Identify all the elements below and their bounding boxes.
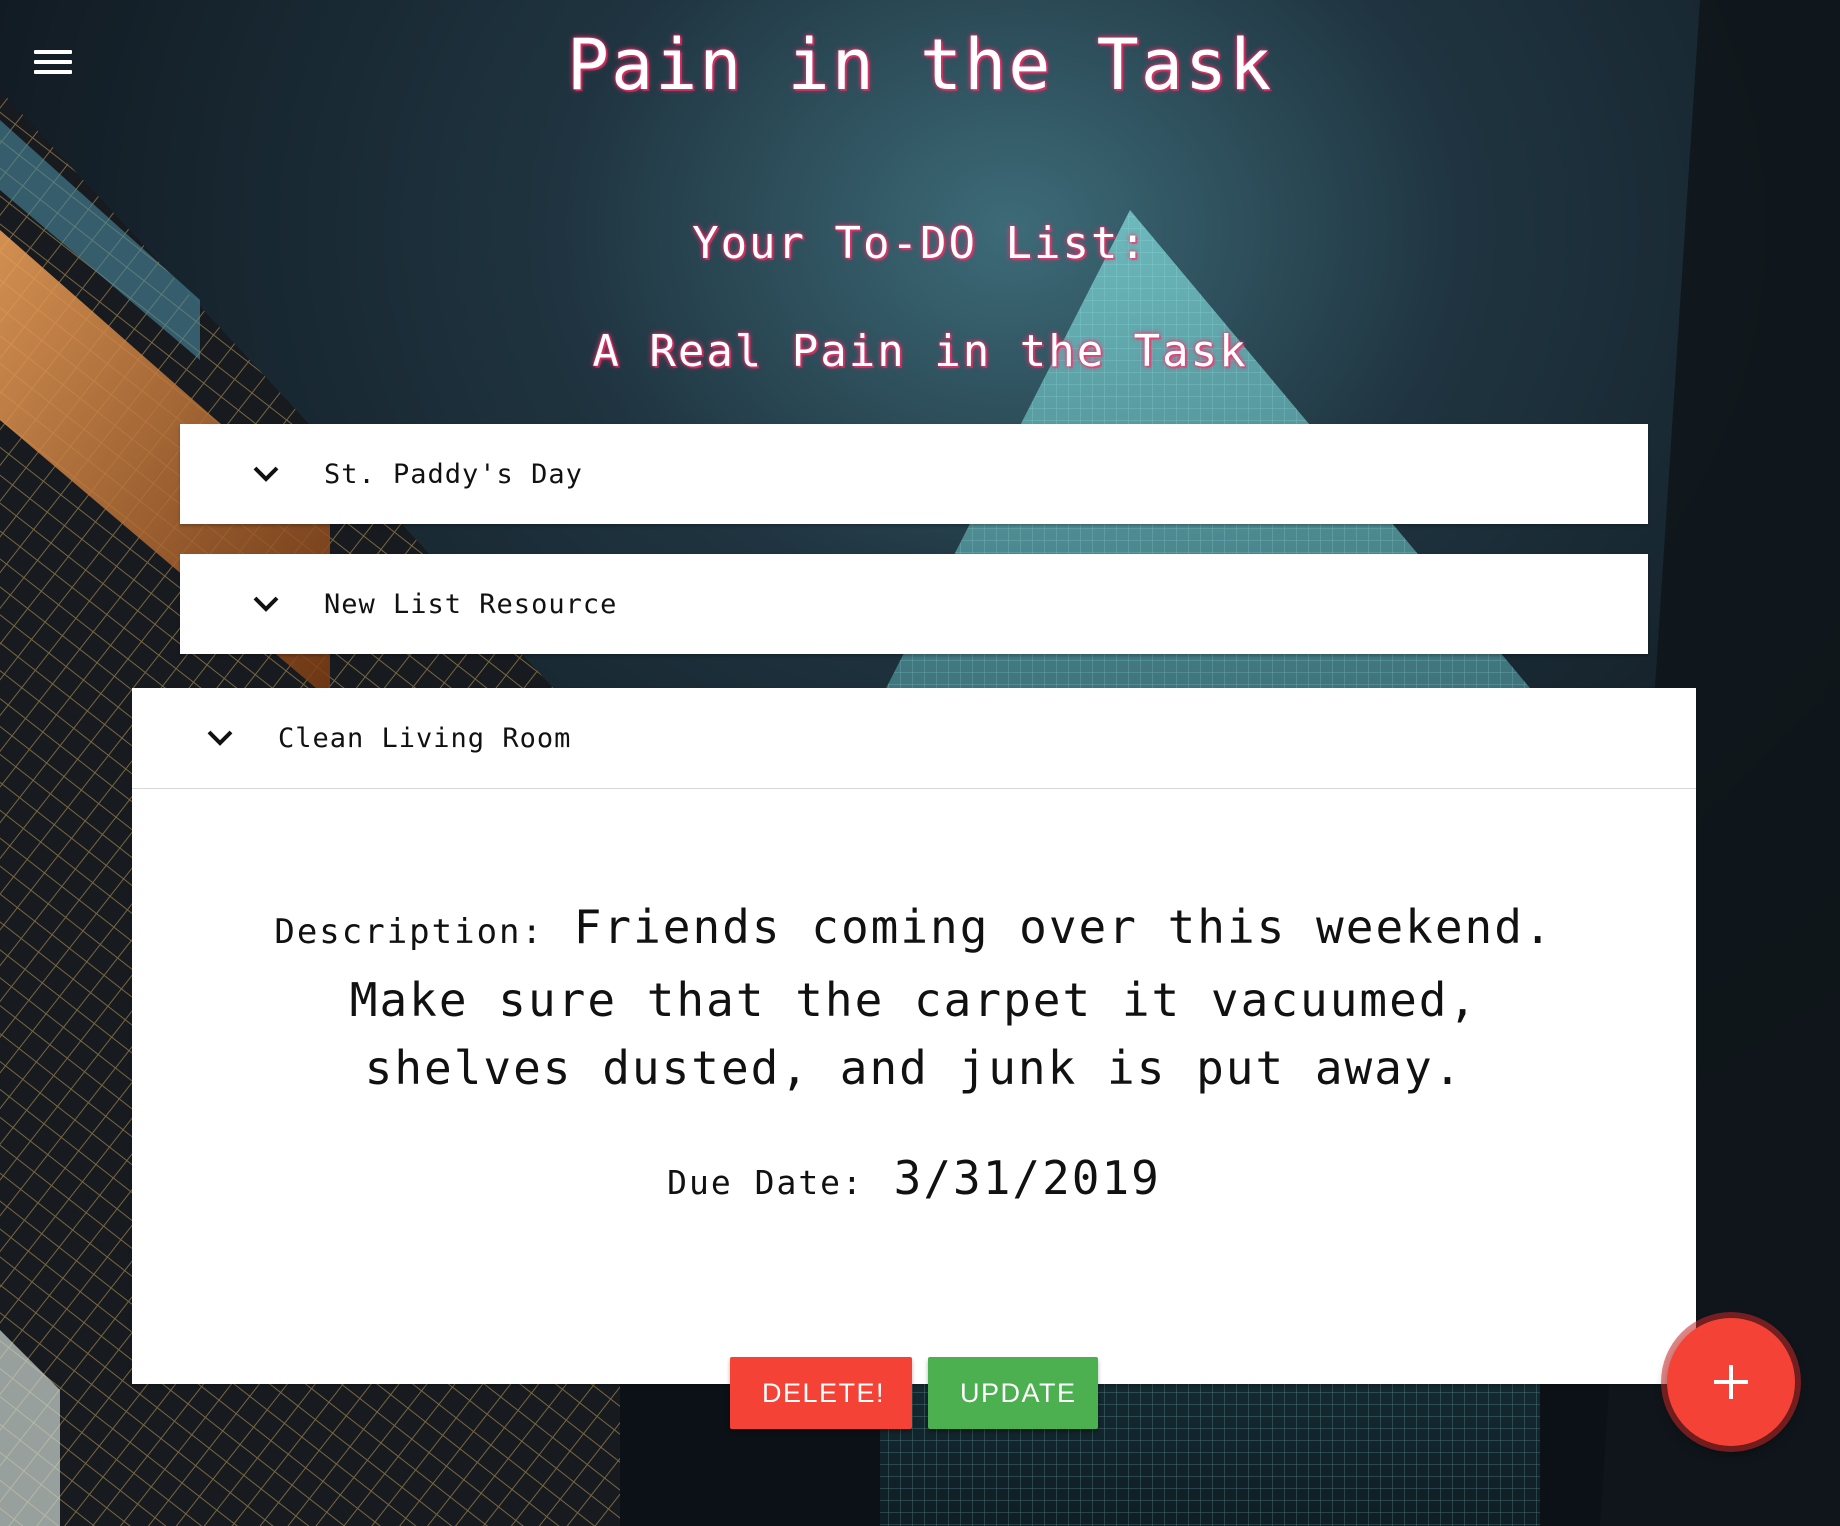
description-label: Description: bbox=[274, 912, 544, 952]
task-due-date: Due Date: 3/31/2019 bbox=[132, 1151, 1696, 1205]
due-date-label: Due Date: bbox=[667, 1163, 864, 1202]
list-item-header[interactable]: St. Paddy's Day bbox=[180, 424, 1648, 524]
chevron-down-icon bbox=[253, 466, 279, 482]
list-item-header[interactable]: New List Resource bbox=[180, 554, 1648, 654]
list-item: St. Paddy's Day bbox=[180, 424, 1648, 524]
task-description: Description: Friends coming over this we… bbox=[232, 893, 1596, 1102]
subtitle-line-1: Your To-DO List: bbox=[692, 218, 1148, 269]
subtitle-line-2: A Real Pain in the Task bbox=[592, 326, 1248, 377]
list-item-header[interactable]: Clean Living Room bbox=[132, 688, 1696, 789]
add-list-fab[interactable] bbox=[1667, 1318, 1795, 1446]
list-item-title: St. Paddy's Day bbox=[324, 458, 583, 490]
chevron-down-icon bbox=[253, 596, 279, 612]
app-title: Pain in the Task bbox=[566, 24, 1274, 106]
list-item-title: Clean Living Room bbox=[278, 722, 572, 754]
list-item-expanded: Clean Living Room Description: Friends c… bbox=[132, 688, 1696, 1429]
update-button[interactable]: UPDATE bbox=[928, 1357, 1098, 1429]
delete-button[interactable]: DELETE! bbox=[730, 1357, 912, 1429]
list-item-title: New List Resource bbox=[324, 588, 618, 620]
list-item-body: Description: Friends coming over this we… bbox=[132, 789, 1696, 1429]
task-actions: DELETE! UPDATE bbox=[132, 1357, 1696, 1429]
list-item: New List Resource bbox=[180, 554, 1648, 654]
plus-icon bbox=[1714, 1365, 1748, 1399]
due-date-value: 3/31/2019 bbox=[893, 1151, 1161, 1205]
chevron-down-icon bbox=[207, 730, 233, 746]
